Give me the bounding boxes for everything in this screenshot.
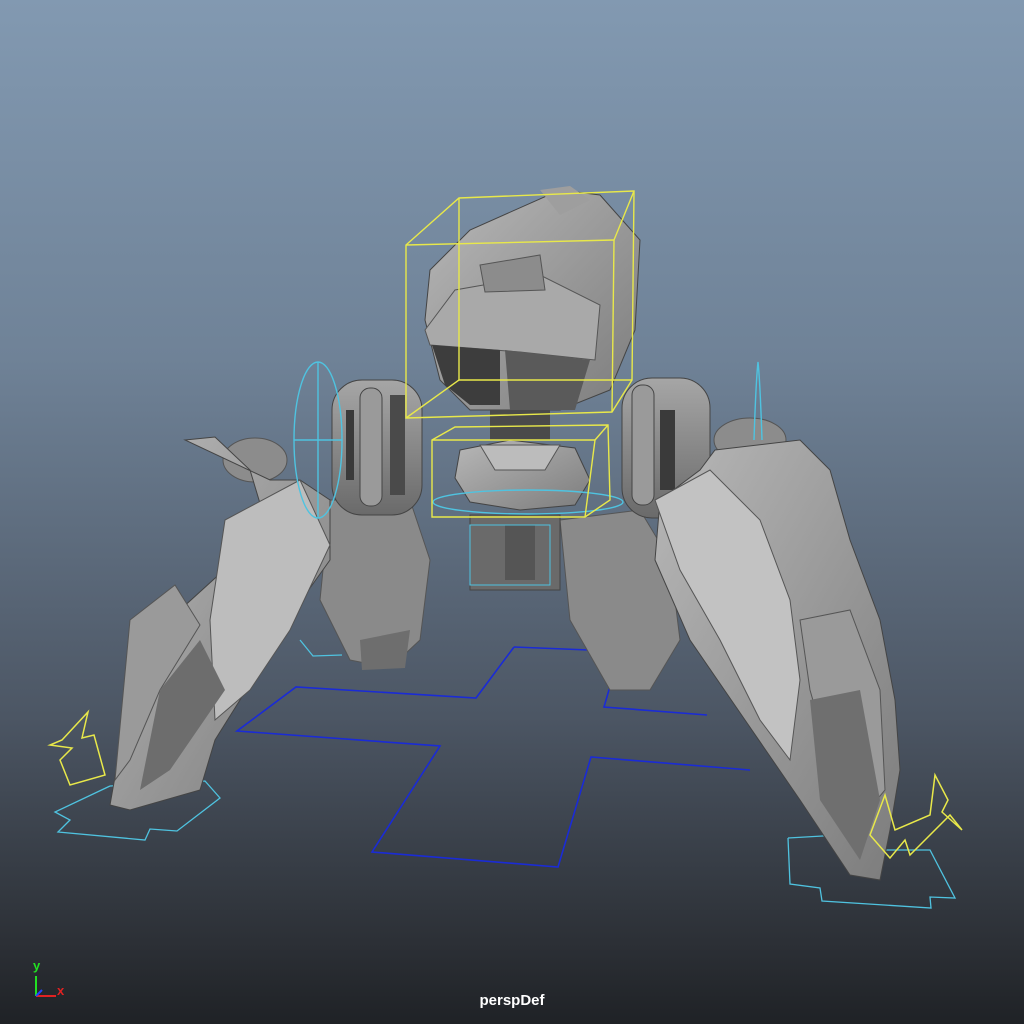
pelvis-body[interactable] — [469, 514, 561, 591]
scene-canvas[interactable] — [0, 0, 1024, 1024]
3d-viewport[interactable]: y x perspDef — [0, 0, 1024, 1024]
ground-plane-control[interactable] — [234, 646, 751, 868]
left-shoulder-pod[interactable] — [331, 379, 423, 516]
head-torso[interactable] — [424, 186, 641, 440]
back-left-leg[interactable] — [319, 499, 431, 670]
front-left-leg[interactable] — [109, 436, 331, 811]
front-right-leg[interactable] — [654, 417, 901, 881]
lower-torso[interactable] — [454, 439, 591, 511]
y-axis-label: y — [33, 958, 41, 973]
camera-name-label: perspDef — [479, 992, 545, 1009]
